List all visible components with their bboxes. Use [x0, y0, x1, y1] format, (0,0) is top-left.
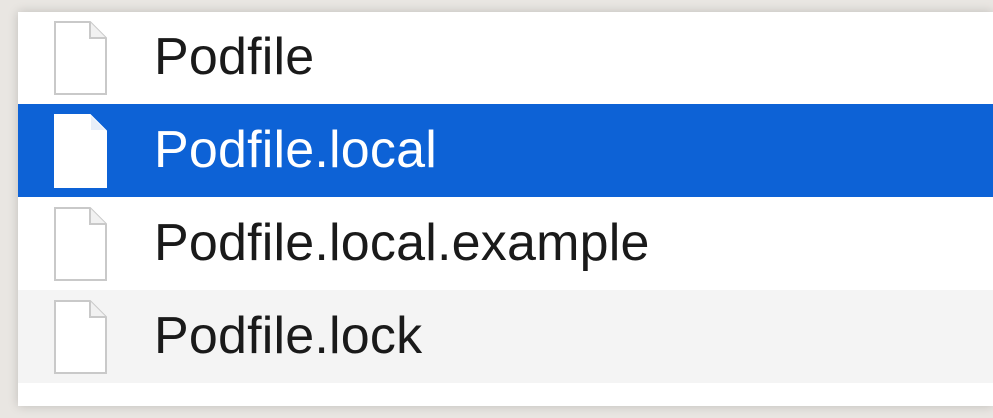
file-list: Podfile Podfile.local Podfile.local.exam…	[18, 12, 993, 383]
document-icon	[54, 206, 107, 281]
finder-window: Podfile Podfile.local Podfile.local.exam…	[18, 12, 993, 406]
file-row-podfile-local-example[interactable]: Podfile.local.example	[18, 197, 993, 290]
file-name: Podfile.local.example	[154, 213, 650, 272]
document-icon	[54, 21, 107, 95]
document-icon	[54, 113, 107, 188]
file-name: Podfile.lock	[154, 306, 423, 365]
file-name: Podfile.local	[154, 120, 437, 179]
file-row-podfile-local[interactable]: Podfile.local	[18, 104, 993, 197]
document-icon	[54, 299, 107, 374]
file-row-podfile-lock[interactable]: Podfile.lock	[18, 290, 993, 383]
file-name: Podfile	[154, 27, 315, 86]
file-row-podfile[interactable]: Podfile	[18, 12, 993, 104]
